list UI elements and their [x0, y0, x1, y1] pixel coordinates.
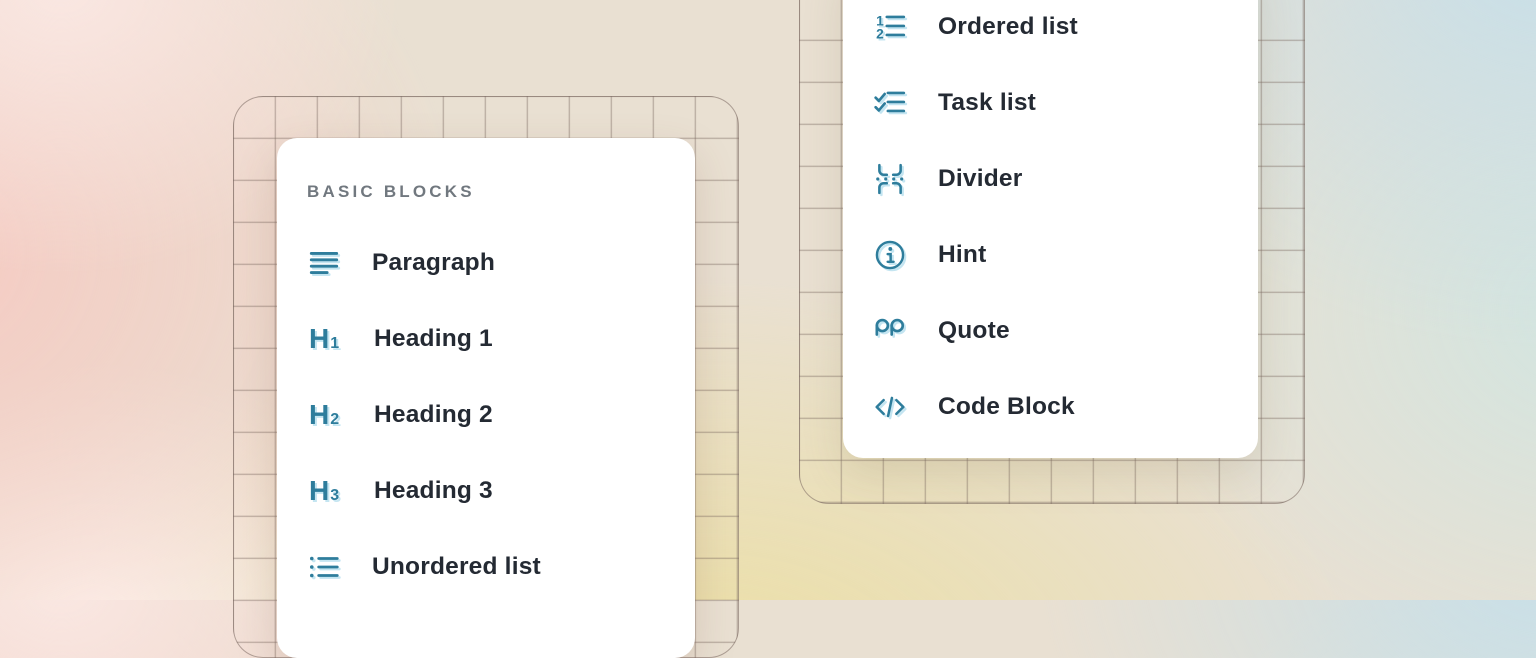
heading-2-icon: H2 — [307, 398, 343, 432]
menu-item-label: Paragraph — [372, 249, 495, 277]
menu-item-quote[interactable]: Quote — [843, 293, 1258, 369]
heading-icon-sub: 1 — [330, 336, 339, 352]
menu-item-code-block[interactable]: Code Block — [843, 369, 1258, 445]
heading-3-icon: H3 — [307, 474, 343, 508]
more-blocks-card: 1 2 Ordered list Task list — [843, 0, 1258, 458]
menu-item-label: Ordered list — [938, 13, 1078, 41]
heading-icon-letter: H — [309, 398, 329, 432]
svg-text:2: 2 — [876, 26, 884, 42]
section-label-basic-blocks: BASIC BLOCKS — [307, 182, 475, 202]
menu-item-label: Quote — [938, 317, 1010, 345]
menu-item-label: Heading 1 — [374, 325, 493, 353]
menu-item-label: Hint — [938, 241, 986, 269]
menu-item-unordered-list[interactable]: Unordered list — [277, 529, 695, 605]
menu-item-ordered-list[interactable]: 1 2 Ordered list — [843, 0, 1258, 65]
basic-blocks-menu: Paragraph H1 Heading 1 H2 Heading 2 H3 H… — [277, 225, 695, 605]
menu-item-hint[interactable]: Hint — [843, 217, 1258, 293]
menu-item-divider[interactable]: Divider — [843, 141, 1258, 217]
code-block-icon — [873, 390, 907, 424]
heading-icon-letter: H — [309, 322, 329, 356]
menu-item-heading-1[interactable]: H1 Heading 1 — [277, 301, 695, 377]
heading-1-icon: H1 — [307, 322, 343, 356]
ordered-list-icon: 1 2 — [873, 10, 907, 44]
menu-item-paragraph[interactable]: Paragraph — [277, 225, 695, 301]
menu-item-task-list[interactable]: Task list — [843, 65, 1258, 141]
paragraph-icon — [307, 246, 341, 280]
menu-item-heading-2[interactable]: H2 Heading 2 — [277, 377, 695, 453]
menu-item-label: Divider — [938, 165, 1022, 193]
unordered-list-icon — [307, 550, 341, 584]
menu-item-label: Task list — [938, 89, 1036, 117]
menu-item-heading-3[interactable]: H3 Heading 3 — [277, 453, 695, 529]
menu-item-label: Heading 3 — [374, 477, 493, 505]
task-list-icon — [873, 86, 907, 120]
divider-icon — [873, 162, 907, 196]
menu-item-label: Unordered list — [372, 553, 541, 581]
menu-item-label: Heading 2 — [374, 401, 493, 429]
quote-icon — [873, 314, 907, 348]
heading-icon-sub: 3 — [330, 488, 339, 504]
menu-item-label: Code Block — [938, 393, 1075, 421]
basic-blocks-card: BASIC BLOCKS Paragraph H1 Heading 1 H2 H… — [277, 138, 695, 658]
heading-icon-sub: 2 — [330, 412, 339, 428]
heading-icon-letter: H — [309, 474, 329, 508]
more-blocks-menu: 1 2 Ordered list Task list — [843, 0, 1258, 445]
hint-icon — [873, 238, 907, 272]
